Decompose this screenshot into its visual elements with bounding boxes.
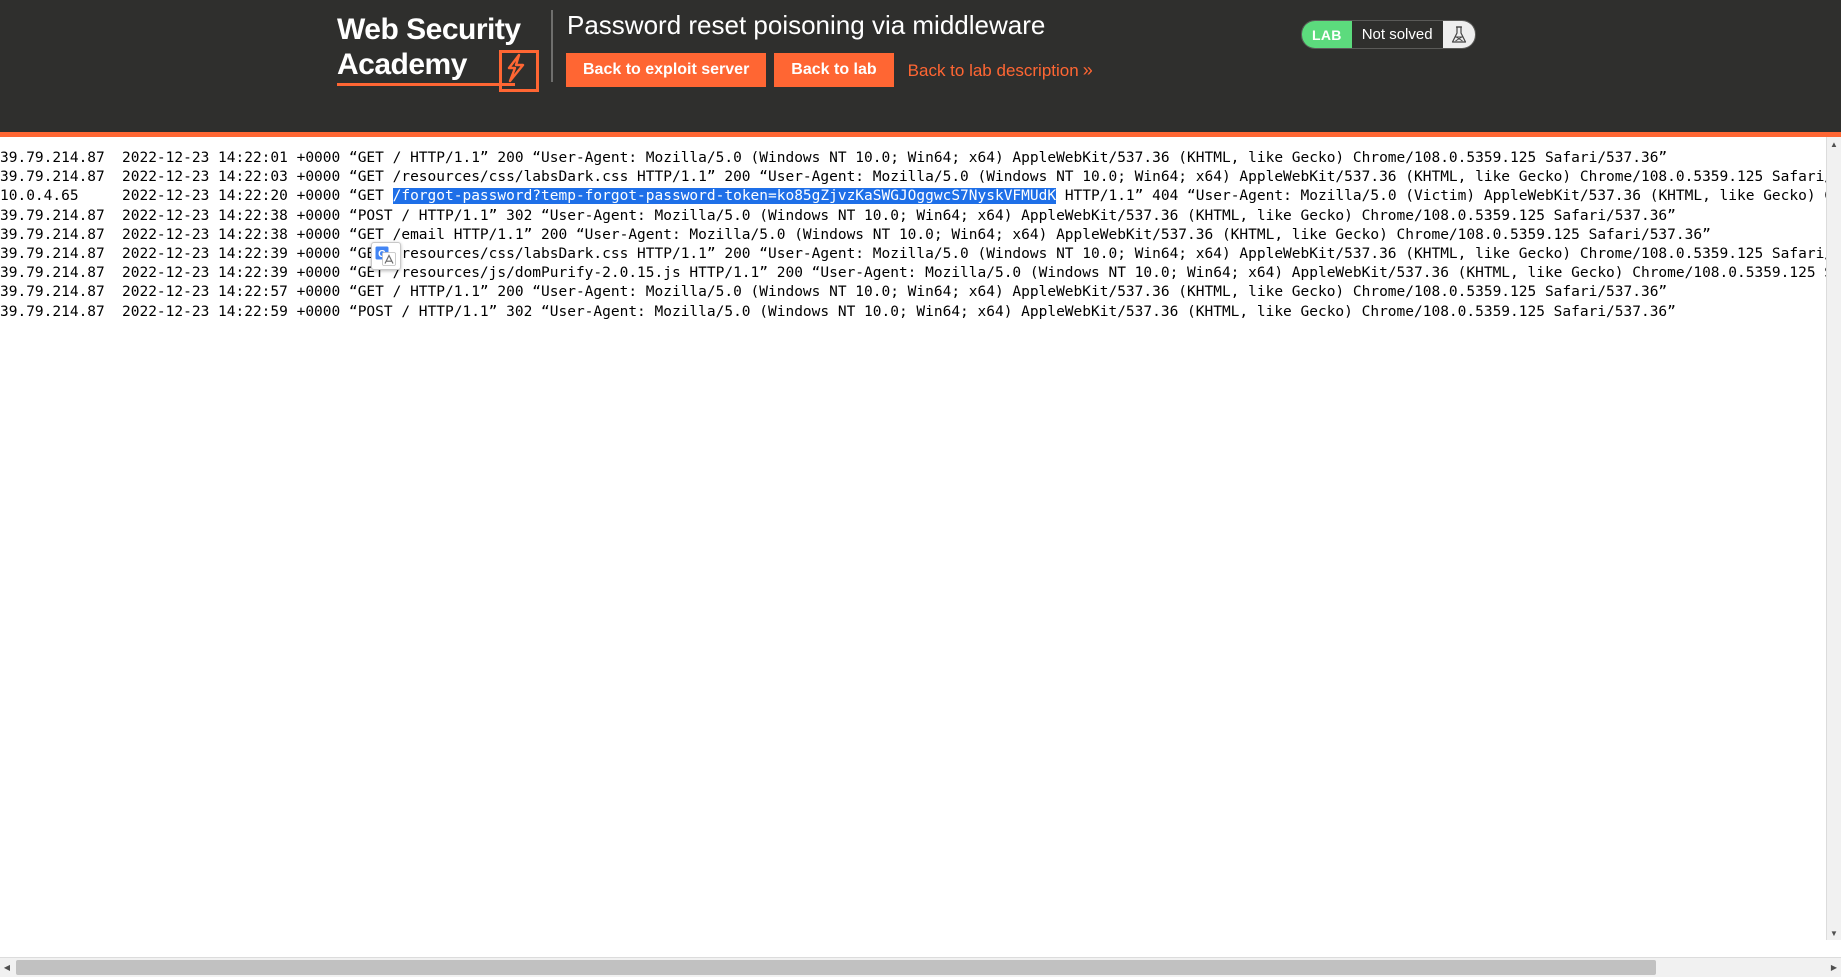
- log-client-ip: 39.79.214.87: [0, 265, 105, 282]
- back-to-exploit-server-button[interactable]: Back to exploit server: [566, 53, 767, 87]
- log-entry-text: 2022-12-23 14:22:20 +0000 “GET: [122, 188, 393, 205]
- logo-underline: [337, 83, 515, 86]
- log-client-ip: 39.79.214.87: [0, 226, 105, 243]
- log-client-ip: 39.79.214.87: [0, 150, 105, 166]
- google-translate-icon[interactable]: G: [371, 242, 401, 270]
- flask-icon: [1442, 21, 1475, 48]
- horizontal-scrollbar-thumb[interactable]: [16, 960, 1656, 975]
- back-to-lab-button[interactable]: Back to lab: [774, 53, 894, 87]
- double-chevron-right-icon: »: [1082, 59, 1093, 80]
- access-log-line: 39.79.214.87 2022-12-23 14:22:39 +0000 “G…: [0, 245, 1827, 264]
- scroll-right-arrow-icon[interactable]: ▶: [1827, 958, 1841, 977]
- page-header: Web Security Academy Password reset pois…: [0, 0, 1841, 137]
- log-client-ip: 10.0.4.65: [0, 188, 79, 205]
- lab-status-widget[interactable]: LAB Not solved: [1301, 20, 1476, 49]
- access-log-line: 39.79.214.87 2022-12-23 14:22:01 +0000 “G…: [0, 149, 1827, 168]
- log-entry-text: 2022-12-23 14:22:01 +0000 “GET / HTTP/1.…: [122, 150, 1668, 166]
- scroll-down-arrow-icon[interactable]: ▼: [1827, 926, 1841, 940]
- scroll-up-arrow-icon[interactable]: ▲: [1827, 137, 1841, 151]
- portswigger-bolt-icon: [499, 50, 539, 92]
- log-entry-text: 2022-12-23 14:22:03 +0000 “GET /resource…: [122, 169, 1827, 186]
- logo-line-2-text: Academy: [337, 48, 467, 81]
- vertical-scrollbar[interactable]: ▲ ▼: [1826, 137, 1841, 940]
- log-client-ip: 39.79.214.87: [0, 207, 105, 224]
- access-log-content: 39.79.214.87 2022-12-23 14:22:01 +0000 “G…: [0, 137, 1827, 322]
- log-entry-text: 2022-12-23 14:22:59 +0000 “POST / HTTP/1…: [122, 303, 1676, 320]
- scroll-left-arrow-icon[interactable]: ◀: [0, 958, 14, 977]
- header-actions: Back to exploit server Back to lab Back …: [566, 53, 1093, 87]
- back-to-lab-description-link[interactable]: Back to lab description»: [908, 60, 1093, 81]
- log-client-ip: 39.79.214.87: [0, 169, 105, 186]
- access-log-line: 39.79.214.87 2022-12-23 14:22:38 +0000 “P…: [0, 207, 1827, 226]
- access-log-line: 39.79.214.87 2022-12-23 14:22:59 +0000 “P…: [0, 303, 1827, 322]
- page-title: Password reset poisoning via middleware: [567, 10, 1046, 40]
- log-client-ip: 39.79.214.87: [0, 245, 105, 262]
- lab-status-state: Not solved: [1351, 21, 1443, 48]
- lab-status-tag: LAB: [1302, 21, 1352, 48]
- access-log-line: 10.0.4.65 2022-12-23 14:22:20 +0000 “GET …: [0, 187, 1827, 206]
- horizontal-scrollbar[interactable]: ◀ ▶: [0, 957, 1841, 977]
- access-log-line: 39.79.214.87 2022-12-23 14:22:38 +0000 “G…: [0, 226, 1827, 245]
- web-security-academy-logo[interactable]: Web Security Academy: [337, 12, 547, 92]
- access-log-line: 39.79.214.87 2022-12-23 14:22:57 +0000 “G…: [0, 283, 1827, 302]
- header-divider: [551, 10, 553, 82]
- selected-reset-url[interactable]: /forgot-password?temp-forgot-password-to…: [392, 188, 1057, 205]
- access-log-panel: 39.79.214.87 2022-12-23 14:22:01 +0000 “G…: [0, 137, 1827, 940]
- back-to-lab-description-label: Back to lab description: [907, 60, 1079, 80]
- log-client-ip: 39.79.214.87: [0, 284, 105, 301]
- log-client-ip: 39.79.214.87: [0, 303, 105, 320]
- log-entry-text: 2022-12-23 14:22:57 +0000 “GET / HTTP/1.…: [122, 284, 1668, 301]
- log-entry-text-tail: HTTP/1.1” 404 “User-Agent: Mozilla/5.0 (…: [1064, 188, 1827, 205]
- log-entry-text: 2022-12-23 14:22:38 +0000 “POST / HTTP/1…: [122, 207, 1676, 224]
- logo-line-1: Web Security: [337, 13, 521, 46]
- access-log-line: 39.79.214.87 2022-12-23 14:22:39 +0000 “G…: [0, 264, 1827, 283]
- access-log-line: 39.79.214.87 2022-12-23 14:22:03 +0000 “G…: [0, 168, 1827, 187]
- log-entry-text: 2022-12-23 14:22:38 +0000 “GET /email HT…: [122, 226, 1711, 243]
